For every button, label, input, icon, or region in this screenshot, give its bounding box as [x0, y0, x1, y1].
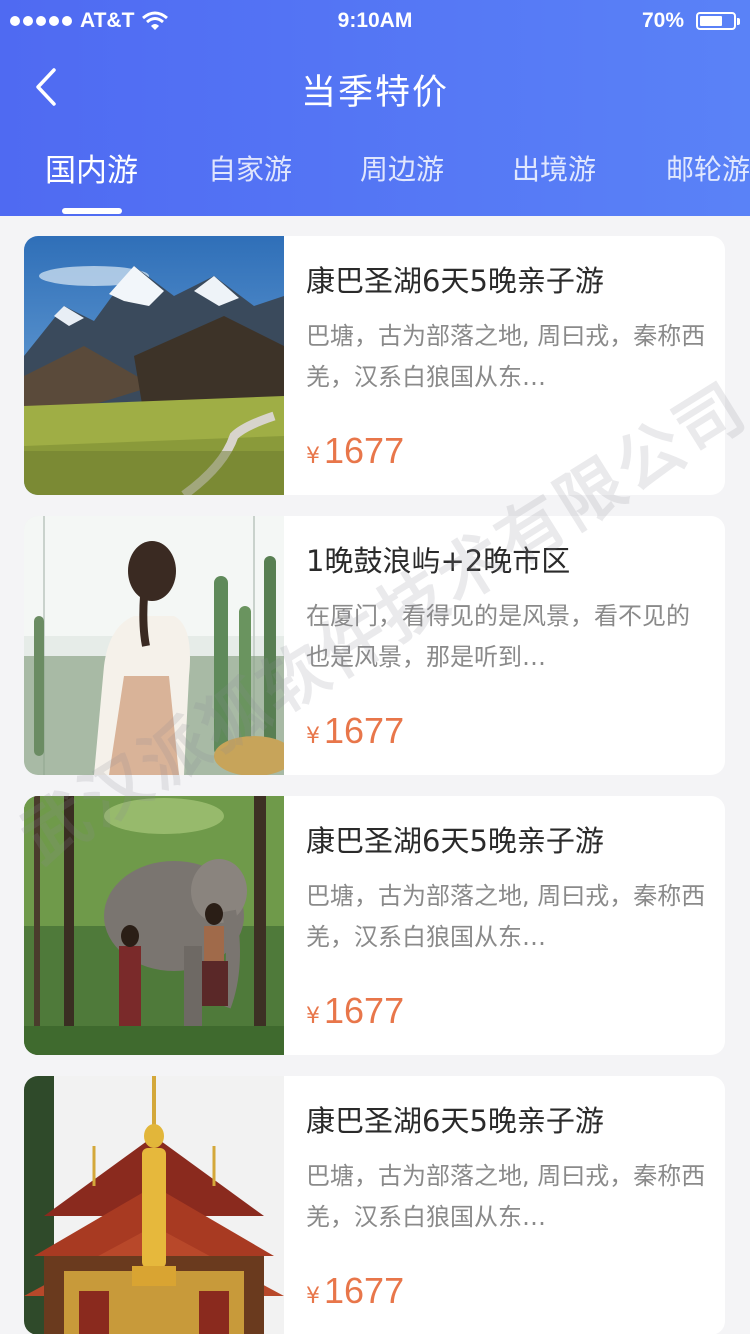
product-card[interactable]: 康巴圣湖6天5晚亲子游 巴塘，古为部落之地, 周曰戎，秦称西羌，汉系白狼国从东…… — [24, 236, 725, 495]
price-value: 1677 — [324, 710, 405, 751]
tab-nearby[interactable]: 周边游 — [360, 148, 444, 188]
product-title: 康巴圣湖6天5晚亲子游 — [306, 1104, 604, 1138]
page-title: 当季特价 — [300, 73, 449, 113]
product-description: 在厦门，看得见的是风景，看不见的也是风景，那是听到… — [306, 602, 690, 671]
product-image-woman-cactus — [24, 516, 284, 775]
category-tabs: 国内游 自家游 周边游 出境游 邮轮游 — [0, 148, 750, 216]
battery-icon — [696, 12, 740, 30]
product-card[interactable]: 康巴圣湖6天5晚亲子游 巴塘，古为部落之地, 周曰戎，秦称西羌，汉系白狼国从东…… — [24, 1076, 725, 1334]
product-price: ¥1677 — [306, 430, 404, 472]
product-title: 1晚鼓浪屿+2晚市区 — [306, 544, 571, 578]
product-card[interactable]: 1晚鼓浪屿+2晚市区 在厦门，看得见的是风景，看不见的也是风景，那是听到… ¥1… — [24, 516, 725, 775]
product-description: 巴塘，古为部落之地, 周曰戎，秦称西羌，汉系白狼国从东… — [306, 1162, 706, 1231]
currency-symbol: ¥ — [306, 444, 320, 469]
price-value: 1677 — [324, 430, 405, 471]
product-image-golden-temple — [24, 1076, 284, 1334]
tab-outbound[interactable]: 出境游 — [512, 148, 596, 188]
product-card[interactable]: 康巴圣湖6天5晚亲子游 巴塘，古为部落之地, 周曰戎，秦称西羌，汉系白狼国从东…… — [24, 796, 725, 1055]
tab-self-drive[interactable]: 自家游 — [208, 148, 292, 188]
product-description: 巴塘，古为部落之地, 周曰戎，秦称西羌，汉系白狼国从东… — [306, 882, 706, 951]
product-price: ¥1677 — [306, 710, 404, 752]
price-value: 1677 — [324, 1270, 405, 1311]
currency-symbol: ¥ — [306, 1004, 320, 1029]
product-title: 康巴圣湖6天5晚亲子游 — [306, 264, 604, 298]
tab-cruise[interactable]: 邮轮游 — [666, 148, 750, 188]
product-image-snow-mountain — [24, 236, 284, 495]
active-tab-indicator — [62, 208, 122, 214]
product-image-elephant-forest — [24, 796, 284, 1055]
product-price: ¥1677 — [306, 1270, 404, 1312]
price-value: 1677 — [324, 990, 405, 1031]
currency-symbol: ¥ — [306, 724, 320, 749]
tab-domestic[interactable]: 国内游 — [45, 145, 138, 190]
status-bar: AT&T 9:10AM 70% — [0, 0, 750, 40]
clock: 9:10AM — [337, 9, 413, 32]
product-price: ¥1677 — [306, 990, 404, 1032]
currency-symbol: ¥ — [306, 1284, 320, 1309]
product-description: 巴塘，古为部落之地, 周曰戎，秦称西羌，汉系白狼国从东… — [306, 322, 706, 391]
product-title: 康巴圣湖6天5晚亲子游 — [306, 824, 604, 858]
header-bar: AT&T 9:10AM 70% 当季特价 国内游 自家游 周边游 出境游 邮轮游 — [0, 0, 750, 216]
battery-percent: 70% — [641, 9, 684, 32]
